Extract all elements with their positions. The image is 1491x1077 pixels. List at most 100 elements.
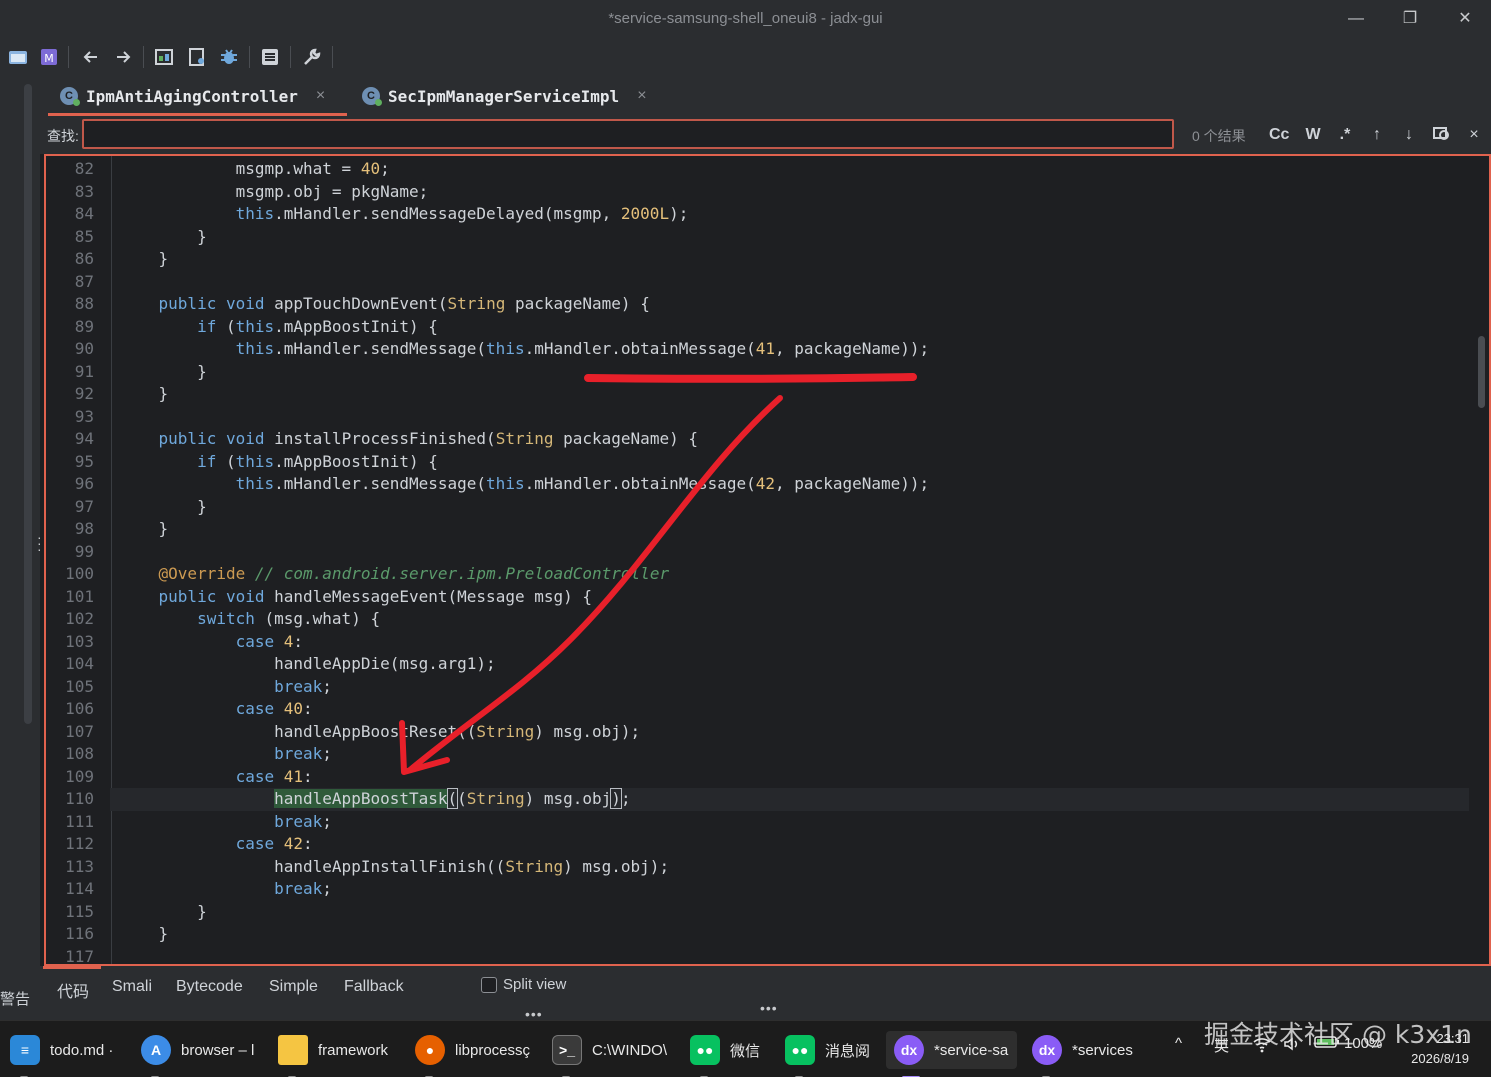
split-view-checkbox[interactable]	[481, 976, 497, 993]
previous-match-button[interactable]: ↑	[1367, 124, 1387, 146]
tab-close-icon[interactable]: ×	[637, 87, 646, 105]
code-line: case 41:	[235, 766, 313, 786]
taskbar-item-framework[interactable]: framework	[278, 1031, 389, 1077]
code-line: this.mHandler.sendMessageDelayed(msgmp, …	[235, 204, 689, 223]
tray-chevron-icon[interactable]: ^	[1175, 1035, 1182, 1052]
open-file-icon[interactable]	[7, 46, 29, 68]
clock-date: 2026/8/19	[1411, 1051, 1469, 1066]
code-text-area[interactable]: msgmp.what = 40; msgmp.obj = pkgName; th…	[110, 156, 1469, 964]
search-label: 查找:	[47, 128, 79, 144]
tab-smali[interactable]: Smali	[112, 978, 152, 996]
split-view-toggle[interactable]: Split view	[481, 976, 566, 993]
left-panel-strip: · · ·	[0, 76, 42, 976]
taskbar-label: C:\WINDO\	[592, 1041, 667, 1059]
jadx-icon: dx	[1032, 1035, 1062, 1065]
line-number: 110	[65, 789, 94, 808]
bottom-tab-bar: 警告 代码 Smali Bytecode Simple Fallback Spl…	[0, 966, 1491, 1022]
window-title: *service-samsung-shell_oneui8 - jadx-gui	[608, 10, 883, 27]
back-icon[interactable]	[80, 46, 102, 68]
match-case-button[interactable]: Cc	[1269, 124, 1289, 146]
code-line: switch (msg.what) {	[197, 609, 381, 628]
tab-close-icon[interactable]: ×	[316, 87, 325, 105]
close-window-button[interactable]: ✕	[1450, 6, 1480, 32]
resize-handle[interactable]: •••	[760, 1000, 778, 1016]
line-number: 101	[65, 586, 94, 606]
current-code-line: handleAppBoostTask((String) msg.obj);	[110, 788, 1469, 811]
splitter-handle[interactable]: · · ·	[37, 530, 42, 556]
tab-code[interactable]: 代码	[42, 966, 102, 1002]
taskbar-item-messages[interactable]: ●● 消息阅	[785, 1031, 871, 1077]
taskbar-item-todo[interactable]: ≡ todo.md ·	[10, 1031, 113, 1077]
svg-text:M: M	[44, 52, 54, 65]
editor-tabs: C IpmAntiAgingController × C SecIpmManag…	[40, 76, 1491, 116]
decompile-all-icon[interactable]	[153, 46, 175, 68]
code-line: handleAppInstallFinish((String) msg.obj)…	[120, 856, 670, 876]
search-text-icon[interactable]	[186, 46, 208, 68]
code-editor[interactable]: 82 83 84 85 86 87 88 89 90 91 92 93 94 9…	[44, 154, 1491, 966]
tab-fallback[interactable]: Fallback	[344, 978, 404, 996]
taskbar-item-jadx-active[interactable]: dx *service-sa	[886, 1031, 1017, 1077]
code-line: }	[120, 924, 169, 943]
mapping-icon[interactable]: M	[38, 46, 60, 68]
tab-label: SecIpmManagerServiceImpl	[388, 86, 620, 106]
code-line: }	[120, 384, 169, 403]
taskbar-item-jadx[interactable]: dx *services	[1032, 1031, 1133, 1077]
whole-word-button[interactable]: W	[1303, 124, 1323, 146]
code-line: case 4:	[235, 631, 304, 651]
taskbar-item-browser[interactable]: A browser – l	[141, 1031, 254, 1077]
close-search-button[interactable]: ×	[1464, 124, 1484, 146]
debug-icon[interactable]	[218, 46, 240, 68]
line-number: 87	[74, 271, 94, 291]
taskbar-label: framework	[318, 1041, 389, 1059]
code-line: break;	[274, 811, 332, 831]
tree-scrollbar[interactable]	[24, 84, 32, 724]
regex-button[interactable]: .*	[1335, 124, 1355, 146]
taskbar-item-firefox[interactable]: ● libprocessç	[415, 1031, 531, 1077]
wechat-icon: ●●	[690, 1035, 720, 1065]
code-line: }	[120, 901, 207, 921]
line-number: 100	[65, 564, 94, 583]
line-number: 109	[65, 766, 94, 786]
line-number: 103	[65, 631, 94, 651]
forward-icon[interactable]	[112, 46, 134, 68]
line-number: 93	[74, 406, 94, 426]
editor-scrollbar-thumb[interactable]	[1478, 336, 1485, 408]
code-line: case 40:	[235, 699, 313, 718]
line-number: 107	[65, 721, 94, 741]
line-number: 83	[74, 181, 94, 201]
line-number: 82	[74, 159, 94, 178]
code-line: public void appTouchDownEvent(String pac…	[158, 294, 650, 313]
tab-bytecode[interactable]: Bytecode	[176, 978, 243, 996]
line-number: 90	[74, 339, 94, 358]
line-number: 113	[65, 856, 94, 876]
jadx-icon: dx	[894, 1035, 924, 1065]
search-input[interactable]	[82, 119, 1174, 149]
watermark-text: 掘金技术社区 @ k3x1n	[1204, 1020, 1472, 1049]
taskbar-label: 消息阅	[825, 1042, 871, 1060]
minimize-button[interactable]: —	[1341, 6, 1371, 32]
tab-simple[interactable]: Simple	[269, 978, 318, 996]
line-number: 112	[65, 834, 94, 853]
taskbar-label: libprocessç	[455, 1041, 531, 1059]
line-number: 99	[74, 541, 94, 561]
warnings-tab[interactable]: 警告	[0, 988, 30, 1009]
line-number: 84	[74, 204, 94, 223]
line-number: 114	[65, 879, 94, 898]
next-match-button[interactable]: ↓	[1399, 124, 1419, 146]
browser-icon: A	[141, 1035, 171, 1065]
restore-button[interactable]: ❐	[1395, 6, 1425, 32]
taskbar-label: 微信	[730, 1042, 761, 1060]
line-number: 86	[74, 249, 94, 268]
code-line: case 42:	[235, 834, 313, 853]
tab-secipmmanagerserviceimpl[interactable]: C SecIpmManagerServiceImpl ×	[350, 76, 659, 116]
title-bar: *service-samsung-shell_oneui8 - jadx-gui…	[0, 0, 1491, 38]
taskbar-item-terminal[interactable]: >_ C:\WINDO\	[552, 1031, 667, 1077]
code-line: }	[120, 519, 169, 538]
log-viewer-icon[interactable]	[259, 46, 281, 68]
settings-wrench-icon[interactable]	[301, 46, 323, 68]
line-number: 97	[74, 496, 94, 516]
code-line: this.mHandler.sendMessage(this.mHandler.…	[235, 339, 930, 358]
taskbar-item-wechat[interactable]: ●● 微信	[690, 1031, 761, 1077]
search-in-selection-icon[interactable]	[1432, 124, 1452, 146]
tab-ipmantiagingcontroller[interactable]: C IpmAntiAgingController ×	[48, 76, 347, 116]
